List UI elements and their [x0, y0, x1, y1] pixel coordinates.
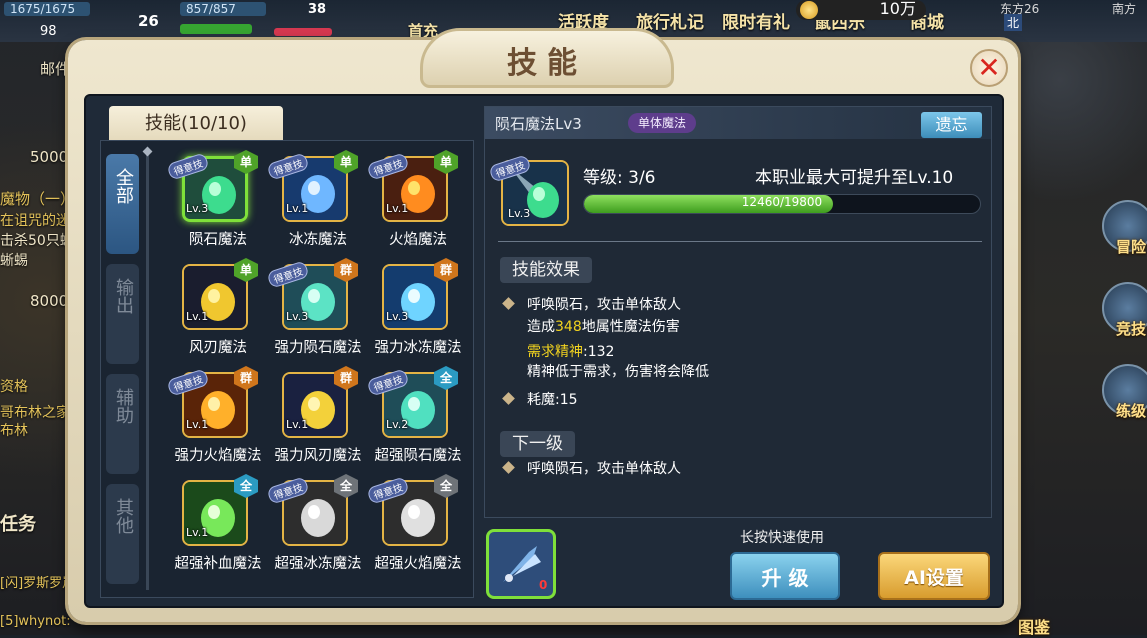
skill-slot[interactable]: 群 Lv.3 强力冰冻魔法 — [368, 258, 468, 362]
max-level-text: 本职业最大可提升至Lv.10 — [755, 168, 954, 188]
map-north: 北 — [1004, 14, 1023, 31]
category-other[interactable]: 其他 — [106, 484, 139, 584]
stat-98: 98 — [40, 24, 57, 39]
effect-line-4: 精神低于需求，伤害将会降低 — [527, 364, 709, 380]
skill-slot[interactable]: 单 Lv.1 风刃魔法 — [168, 258, 268, 362]
green-bar — [180, 24, 252, 34]
next-level-line-1: 呼唤陨石，攻击单体敌人 — [527, 461, 681, 477]
dialog-title: 技能 — [507, 46, 587, 81]
skill-slot[interactable]: 得意技单 Lv.1 冰冻魔法 — [266, 150, 368, 254]
menu-limited-gift[interactable]: 限时有礼 — [722, 8, 790, 33]
need-spirit-line: 需求精神:132 — [527, 344, 615, 360]
adventure-label: 冒险 — [1116, 238, 1147, 256]
gold-counter: 10万 — [796, 0, 926, 20]
skill-level: Lv.1 — [386, 202, 409, 215]
skill-name: 火焰魔法 — [389, 232, 447, 248]
skill-name: 强力冰冻魔法 — [374, 340, 462, 356]
chat-line-2: [5]whynot: — [0, 614, 71, 629]
skill-slot[interactable]: 得意技群 Lv.1 强力火焰魔法 — [166, 366, 268, 470]
effect-line-2: 造成348地属性魔法伤害 — [527, 319, 680, 335]
ai-settings-button[interactable]: AI设置 — [878, 552, 990, 600]
detail-icon-level: Lv.3 — [508, 207, 531, 220]
skill-level: Lv.1 — [186, 418, 209, 431]
map-south: 南方 — [1112, 2, 1137, 16]
skill-slot[interactable]: 得意技全 Lv.2 超强陨石魔法 — [366, 366, 468, 470]
currency-1: 5000 — [30, 148, 69, 166]
skill-level: Lv.1 — [286, 202, 309, 215]
skill-level: Lv.3 — [286, 310, 309, 323]
hp-bar-2: 857/857 — [180, 2, 266, 16]
next-level-title: 下一级 — [500, 431, 575, 457]
skill-slot[interactable]: 得意技单 Lv.1 火焰魔法 — [366, 150, 468, 254]
skill-name: 超强火焰魔法 — [374, 556, 462, 572]
skill-slot[interactable]: 得意技全超强火焰魔法 — [366, 474, 468, 578]
task-button[interactable]: 任务 — [0, 510, 36, 536]
skill-detail-name: 陨石魔法Lv3 — [495, 115, 582, 133]
level-badge-2: 38 — [308, 2, 327, 17]
quest-line-2: 击杀50只蜥 — [0, 233, 74, 249]
skill-slot[interactable]: 得意技全超强冰冻魔法 — [266, 474, 368, 578]
quest-2-title[interactable]: 资格 — [0, 376, 28, 396]
skill-type-badge: 单体魔法 — [628, 113, 697, 133]
training-label: 练级 — [1116, 402, 1147, 420]
skill-level: Lv.1 — [186, 526, 209, 539]
skill-level: Lv.1 — [286, 418, 309, 431]
red-bar — [274, 28, 332, 36]
currency-2: 8000 — [30, 292, 69, 310]
quest-title[interactable]: 魔物（一） — [0, 188, 75, 209]
category-output[interactable]: 输出 — [106, 264, 139, 364]
divider — [498, 241, 982, 242]
category-support[interactable]: 辅助 — [106, 374, 139, 474]
mana-cost: 耗魔:15 — [527, 392, 578, 408]
arena-label: 竞技 — [1116, 320, 1147, 338]
codex-label[interactable]: 图鉴 — [1018, 614, 1050, 638]
close-button[interactable]: ✕ — [970, 49, 1008, 87]
upgrade-button[interactable]: 升 级 — [730, 552, 840, 600]
skill-slot[interactable]: 得意技群 Lv.3 强力陨石魔法 — [266, 258, 368, 362]
skill-level: Lv.3 — [186, 202, 209, 215]
mail-button[interactable]: 邮件 — [40, 58, 70, 79]
forget-button[interactable]: 遗忘 — [921, 112, 982, 138]
skill-name: 超强陨石魔法 — [374, 448, 462, 464]
quick-use-count: 0 — [539, 578, 548, 592]
effect-line-1: 呼唤陨石，攻击单体敌人 — [527, 297, 681, 313]
quest-2-line-2: 布林 — [0, 423, 28, 439]
xp-text: 12460/19800 — [741, 195, 823, 209]
quest-2-line-1: 哥布林之家 — [0, 405, 70, 421]
skill-level-text: 等级: 3/6 — [583, 168, 656, 188]
skill-level: Lv.3 — [386, 310, 409, 323]
level-badge-1: 26 — [138, 12, 159, 30]
skill-slot[interactable]: 得意技单 Lv.3 陨石魔法 — [166, 150, 268, 254]
hp-bar-1: 1675/1675 — [4, 2, 90, 16]
skill-list-scrollbar[interactable] — [142, 146, 153, 590]
skill-level: Lv.1 — [186, 310, 209, 323]
tab-skills[interactable]: 技能(10/10) — [109, 106, 283, 142]
chat-line-1: [闪]罗斯罗岚 — [0, 576, 76, 591]
quest-line-3: 蜥蜴 — [0, 253, 28, 269]
skill-slot[interactable]: 全 Lv.1 超强补血魔法 — [168, 474, 268, 578]
effect-section-title: 技能效果 — [500, 257, 592, 283]
skill-level: Lv.2 — [386, 418, 409, 431]
category-all[interactable]: 全部 — [106, 154, 139, 254]
long-press-hint: 长按快速使用 — [740, 530, 824, 546]
coin-icon — [800, 1, 818, 19]
skill-slot[interactable]: 群 Lv.1 强力风刃魔法 — [268, 366, 368, 470]
